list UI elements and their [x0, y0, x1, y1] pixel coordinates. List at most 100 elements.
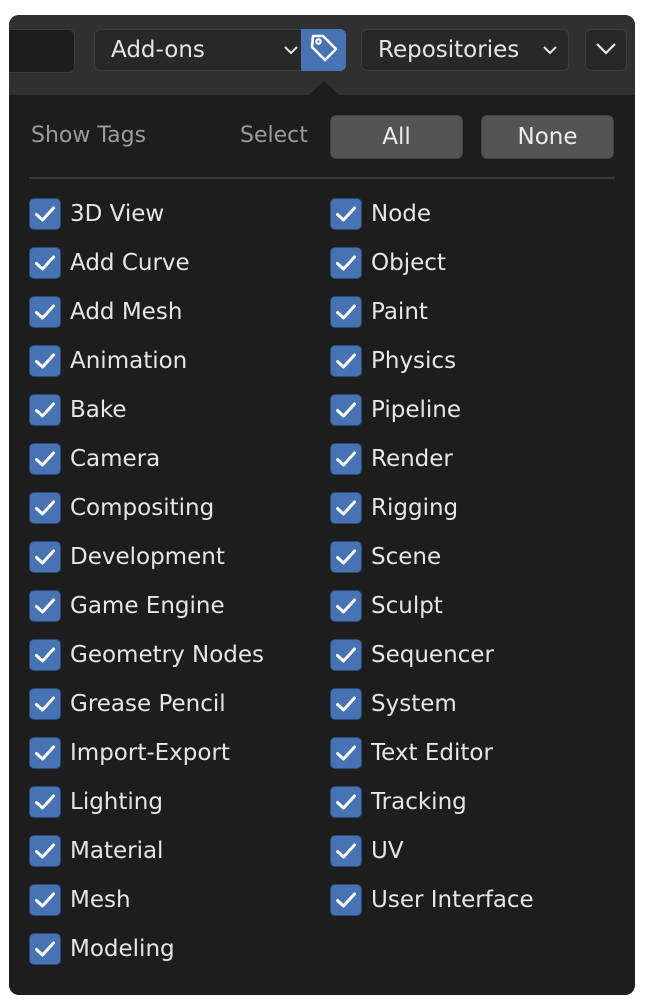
- checkbox[interactable]: [330, 590, 362, 622]
- checkbox[interactable]: [330, 394, 362, 426]
- tag-checkbox-row[interactable]: Add Curve: [29, 247, 264, 296]
- select-none-button[interactable]: None: [481, 115, 614, 159]
- checkbox[interactable]: [330, 835, 362, 867]
- search-field[interactable]: [9, 29, 75, 73]
- tag-checkbox-row[interactable]: Mesh: [29, 884, 264, 933]
- tag-checkbox-row[interactable]: Lighting: [29, 786, 264, 835]
- checkmark-icon: [336, 451, 356, 467]
- checkbox[interactable]: [330, 345, 362, 377]
- checkmark-icon: [35, 549, 55, 565]
- checkbox[interactable]: [330, 443, 362, 475]
- checkmark-icon: [35, 402, 55, 418]
- tag-label: Lighting: [70, 789, 163, 815]
- tag-checkbox-row[interactable]: Camera: [29, 443, 264, 492]
- tag-checkbox-row[interactable]: Bake: [29, 394, 264, 443]
- tag-checkbox-row[interactable]: Paint: [330, 296, 534, 345]
- checkmark-icon: [35, 941, 55, 957]
- category-dropdown[interactable]: Add-ons: [94, 29, 310, 71]
- tag-checkbox-row[interactable]: Node: [330, 198, 534, 247]
- checkbox[interactable]: [29, 688, 61, 720]
- tag-checkbox-row[interactable]: 3D View: [29, 198, 264, 247]
- checkbox[interactable]: [29, 394, 61, 426]
- tag-label: Geometry Nodes: [70, 642, 265, 668]
- tag-checkbox-row[interactable]: Grease Pencil: [29, 688, 264, 737]
- checkmark-icon: [336, 696, 356, 712]
- tag-checkbox-row[interactable]: Material: [29, 835, 264, 884]
- tag-filter-button[interactable]: [301, 29, 346, 71]
- checkbox[interactable]: [330, 247, 362, 279]
- checkbox[interactable]: [330, 639, 362, 671]
- tag-label: Animation: [70, 348, 188, 374]
- tag-checkbox-row[interactable]: Modeling: [29, 933, 264, 982]
- tag-label: Bake: [70, 397, 127, 423]
- checkbox[interactable]: [330, 884, 362, 916]
- checkbox[interactable]: [29, 198, 61, 230]
- checkmark-icon: [35, 304, 55, 320]
- checkbox[interactable]: [330, 296, 362, 328]
- tag-label: Camera: [70, 446, 161, 472]
- tag-checkbox-row[interactable]: System: [330, 688, 534, 737]
- tag-checkbox-row[interactable]: Game Engine: [29, 590, 264, 639]
- tag-checkbox-row[interactable]: Scene: [330, 541, 534, 590]
- repositories-dropdown[interactable]: Repositories: [361, 29, 569, 71]
- tag-label: Text Editor: [371, 740, 493, 766]
- chevron-down-icon: [283, 30, 299, 70]
- tag-checkbox-row[interactable]: Geometry Nodes: [29, 639, 264, 688]
- tag-label: Tracking: [371, 789, 467, 815]
- checkmark-icon: [336, 402, 356, 418]
- tag-checkbox-row[interactable]: Import-Export: [29, 737, 264, 786]
- tag-checkbox-row[interactable]: Render: [330, 443, 534, 492]
- checkbox[interactable]: [29, 639, 61, 671]
- tag-icon: [308, 32, 340, 68]
- checkmark-icon: [35, 353, 55, 369]
- tag-checkbox-row[interactable]: Compositing: [29, 492, 264, 541]
- tag-checkbox-row[interactable]: UV: [330, 835, 534, 884]
- more-options-button[interactable]: [585, 29, 627, 71]
- tag-label: Object: [371, 250, 446, 276]
- checkmark-icon: [35, 892, 55, 908]
- checkbox[interactable]: [330, 737, 362, 769]
- checkbox[interactable]: [29, 835, 61, 867]
- tag-checkbox-row[interactable]: Text Editor: [330, 737, 534, 786]
- checkbox[interactable]: [29, 345, 61, 377]
- checkbox[interactable]: [29, 590, 61, 622]
- tag-checkbox-row[interactable]: Sequencer: [330, 639, 534, 688]
- checkbox[interactable]: [29, 296, 61, 328]
- tag-checkbox-row[interactable]: Object: [330, 247, 534, 296]
- tag-checkbox-row[interactable]: Rigging: [330, 492, 534, 541]
- checkbox[interactable]: [29, 933, 61, 965]
- checkbox[interactable]: [330, 198, 362, 230]
- checkmark-icon: [35, 647, 55, 663]
- tag-checkbox-row[interactable]: Animation: [29, 345, 264, 394]
- checkbox[interactable]: [29, 541, 61, 573]
- checkmark-icon: [35, 794, 55, 810]
- tag-checkbox-row[interactable]: Tracking: [330, 786, 534, 835]
- tag-checkbox-row[interactable]: Pipeline: [330, 394, 534, 443]
- tag-checkbox-row[interactable]: User Interface: [330, 884, 534, 933]
- checkbox[interactable]: [330, 786, 362, 818]
- checkbox[interactable]: [330, 688, 362, 720]
- tag-checkbox-row[interactable]: Sculpt: [330, 590, 534, 639]
- tag-label: Render: [371, 446, 453, 472]
- checkbox[interactable]: [29, 884, 61, 916]
- tag-label: Rigging: [371, 495, 459, 521]
- checkbox[interactable]: [29, 247, 61, 279]
- checkbox[interactable]: [330, 541, 362, 573]
- tag-label: Grease Pencil: [70, 691, 226, 717]
- tag-checkbox-row[interactable]: Add Mesh: [29, 296, 264, 345]
- select-all-button[interactable]: All: [330, 115, 463, 159]
- tag-label: Pipeline: [371, 397, 462, 423]
- tag-checkbox-row[interactable]: Physics: [330, 345, 534, 394]
- checkmark-icon: [336, 500, 356, 516]
- checkbox[interactable]: [29, 737, 61, 769]
- checkmark-icon: [35, 206, 55, 222]
- checkbox[interactable]: [29, 786, 61, 818]
- tag-checkbox-row[interactable]: Development: [29, 541, 264, 590]
- checkbox[interactable]: [330, 492, 362, 524]
- checkmark-icon: [35, 696, 55, 712]
- tag-label: UV: [371, 838, 404, 864]
- checkbox[interactable]: [29, 492, 61, 524]
- tag-label: Paint: [371, 299, 428, 325]
- chevron-down-icon: [542, 30, 558, 70]
- checkbox[interactable]: [29, 443, 61, 475]
